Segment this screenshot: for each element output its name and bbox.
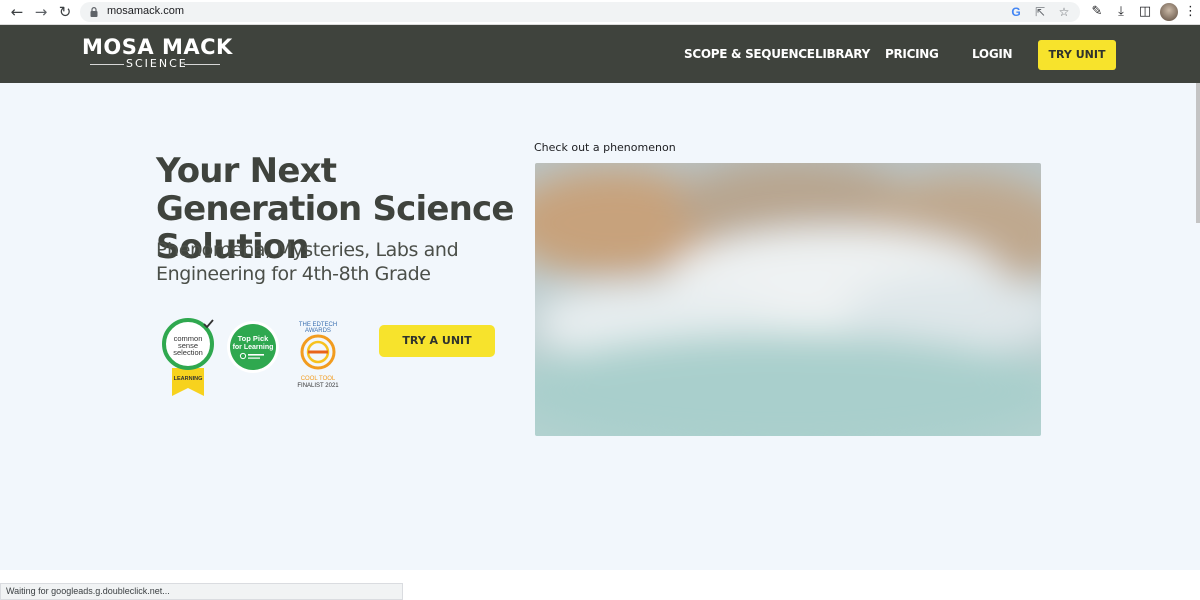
browser-toolbar: ← → ↻ mosamack.com G ⇱ ☆ ✎ ⤓ ◫ ⋮	[0, 0, 1200, 25]
site-header: MOSA MACK SCIENCE SCOPE & SEQUENCE LIBRA…	[0, 25, 1200, 83]
common-sense-selection-badge: common sense selection LEARNING	[162, 318, 214, 396]
nav-pricing[interactable]: PRICING	[885, 47, 939, 61]
badge-cs-line3: selection	[173, 348, 203, 357]
download-icon[interactable]: ⤓	[1112, 3, 1130, 21]
url-text[interactable]: mosamack.com	[107, 5, 184, 17]
reload-icon[interactable]: ↻	[56, 3, 74, 21]
badge-edtech-line4: FINALIST 2021	[297, 383, 339, 389]
star-icon[interactable]: ☆	[1056, 4, 1072, 20]
badge-top-line2: for Learning	[233, 344, 274, 351]
logo-main-text: MOSA MACK	[82, 35, 233, 59]
try-a-unit-button[interactable]: TRY A UNIT	[379, 325, 495, 357]
back-arrow-icon[interactable]: ←	[8, 3, 26, 21]
phenomenon-video-thumbnail	[535, 163, 1041, 436]
nav-library[interactable]: LIBRARY	[815, 47, 870, 61]
address-bar[interactable]: mosamack.com G ⇱ ☆	[80, 2, 1080, 22]
extensions-icon[interactable]: ✎	[1088, 3, 1106, 21]
badge-edtech-line3: COOL TOOL	[301, 376, 336, 382]
logo-sub-text: SCIENCE	[126, 57, 188, 70]
badge-edtech-line2: AWARDS	[305, 328, 331, 334]
badge-top-line1: Top Pick	[238, 334, 270, 343]
edtech-awards-cool-tool-badge: THE EDTECH AWARDS COOL TOOL FINALIST 202…	[297, 322, 339, 389]
menu-icon[interactable]: ⋮	[1184, 3, 1197, 21]
try-unit-button[interactable]: TRY UNIT	[1038, 40, 1116, 70]
share-icon[interactable]: ⇱	[1032, 4, 1048, 20]
top-pick-for-learning-badge: Top Pick for Learning	[227, 321, 279, 373]
logo-rule-right	[184, 64, 220, 65]
forward-arrow-icon[interactable]: →	[32, 3, 50, 21]
sidebar-icon[interactable]: ◫	[1136, 3, 1154, 21]
logo-rule-left	[90, 64, 124, 65]
page-scrollbar[interactable]	[1196, 83, 1200, 223]
nav-scope-sequence[interactable]: SCOPE & SEQUENCE	[684, 47, 815, 61]
site-logo[interactable]: MOSA MACK SCIENCE	[82, 35, 232, 75]
badge-cs-ribbon: LEARNING	[174, 376, 203, 382]
google-icon[interactable]: G	[1008, 4, 1024, 20]
hero-subtitle: Phenomena, Mysteries, Labs and Engineeri…	[156, 239, 459, 285]
nav-login[interactable]: LOGIN	[972, 47, 1013, 61]
video-label: Check out a phenomenon	[534, 141, 676, 154]
lock-icon[interactable]	[90, 7, 98, 17]
phenomenon-video[interactable]	[535, 163, 1041, 436]
avatar[interactable]	[1160, 3, 1178, 21]
browser-status-bar: Waiting for googleads.g.doubleclick.net.…	[0, 583, 403, 600]
